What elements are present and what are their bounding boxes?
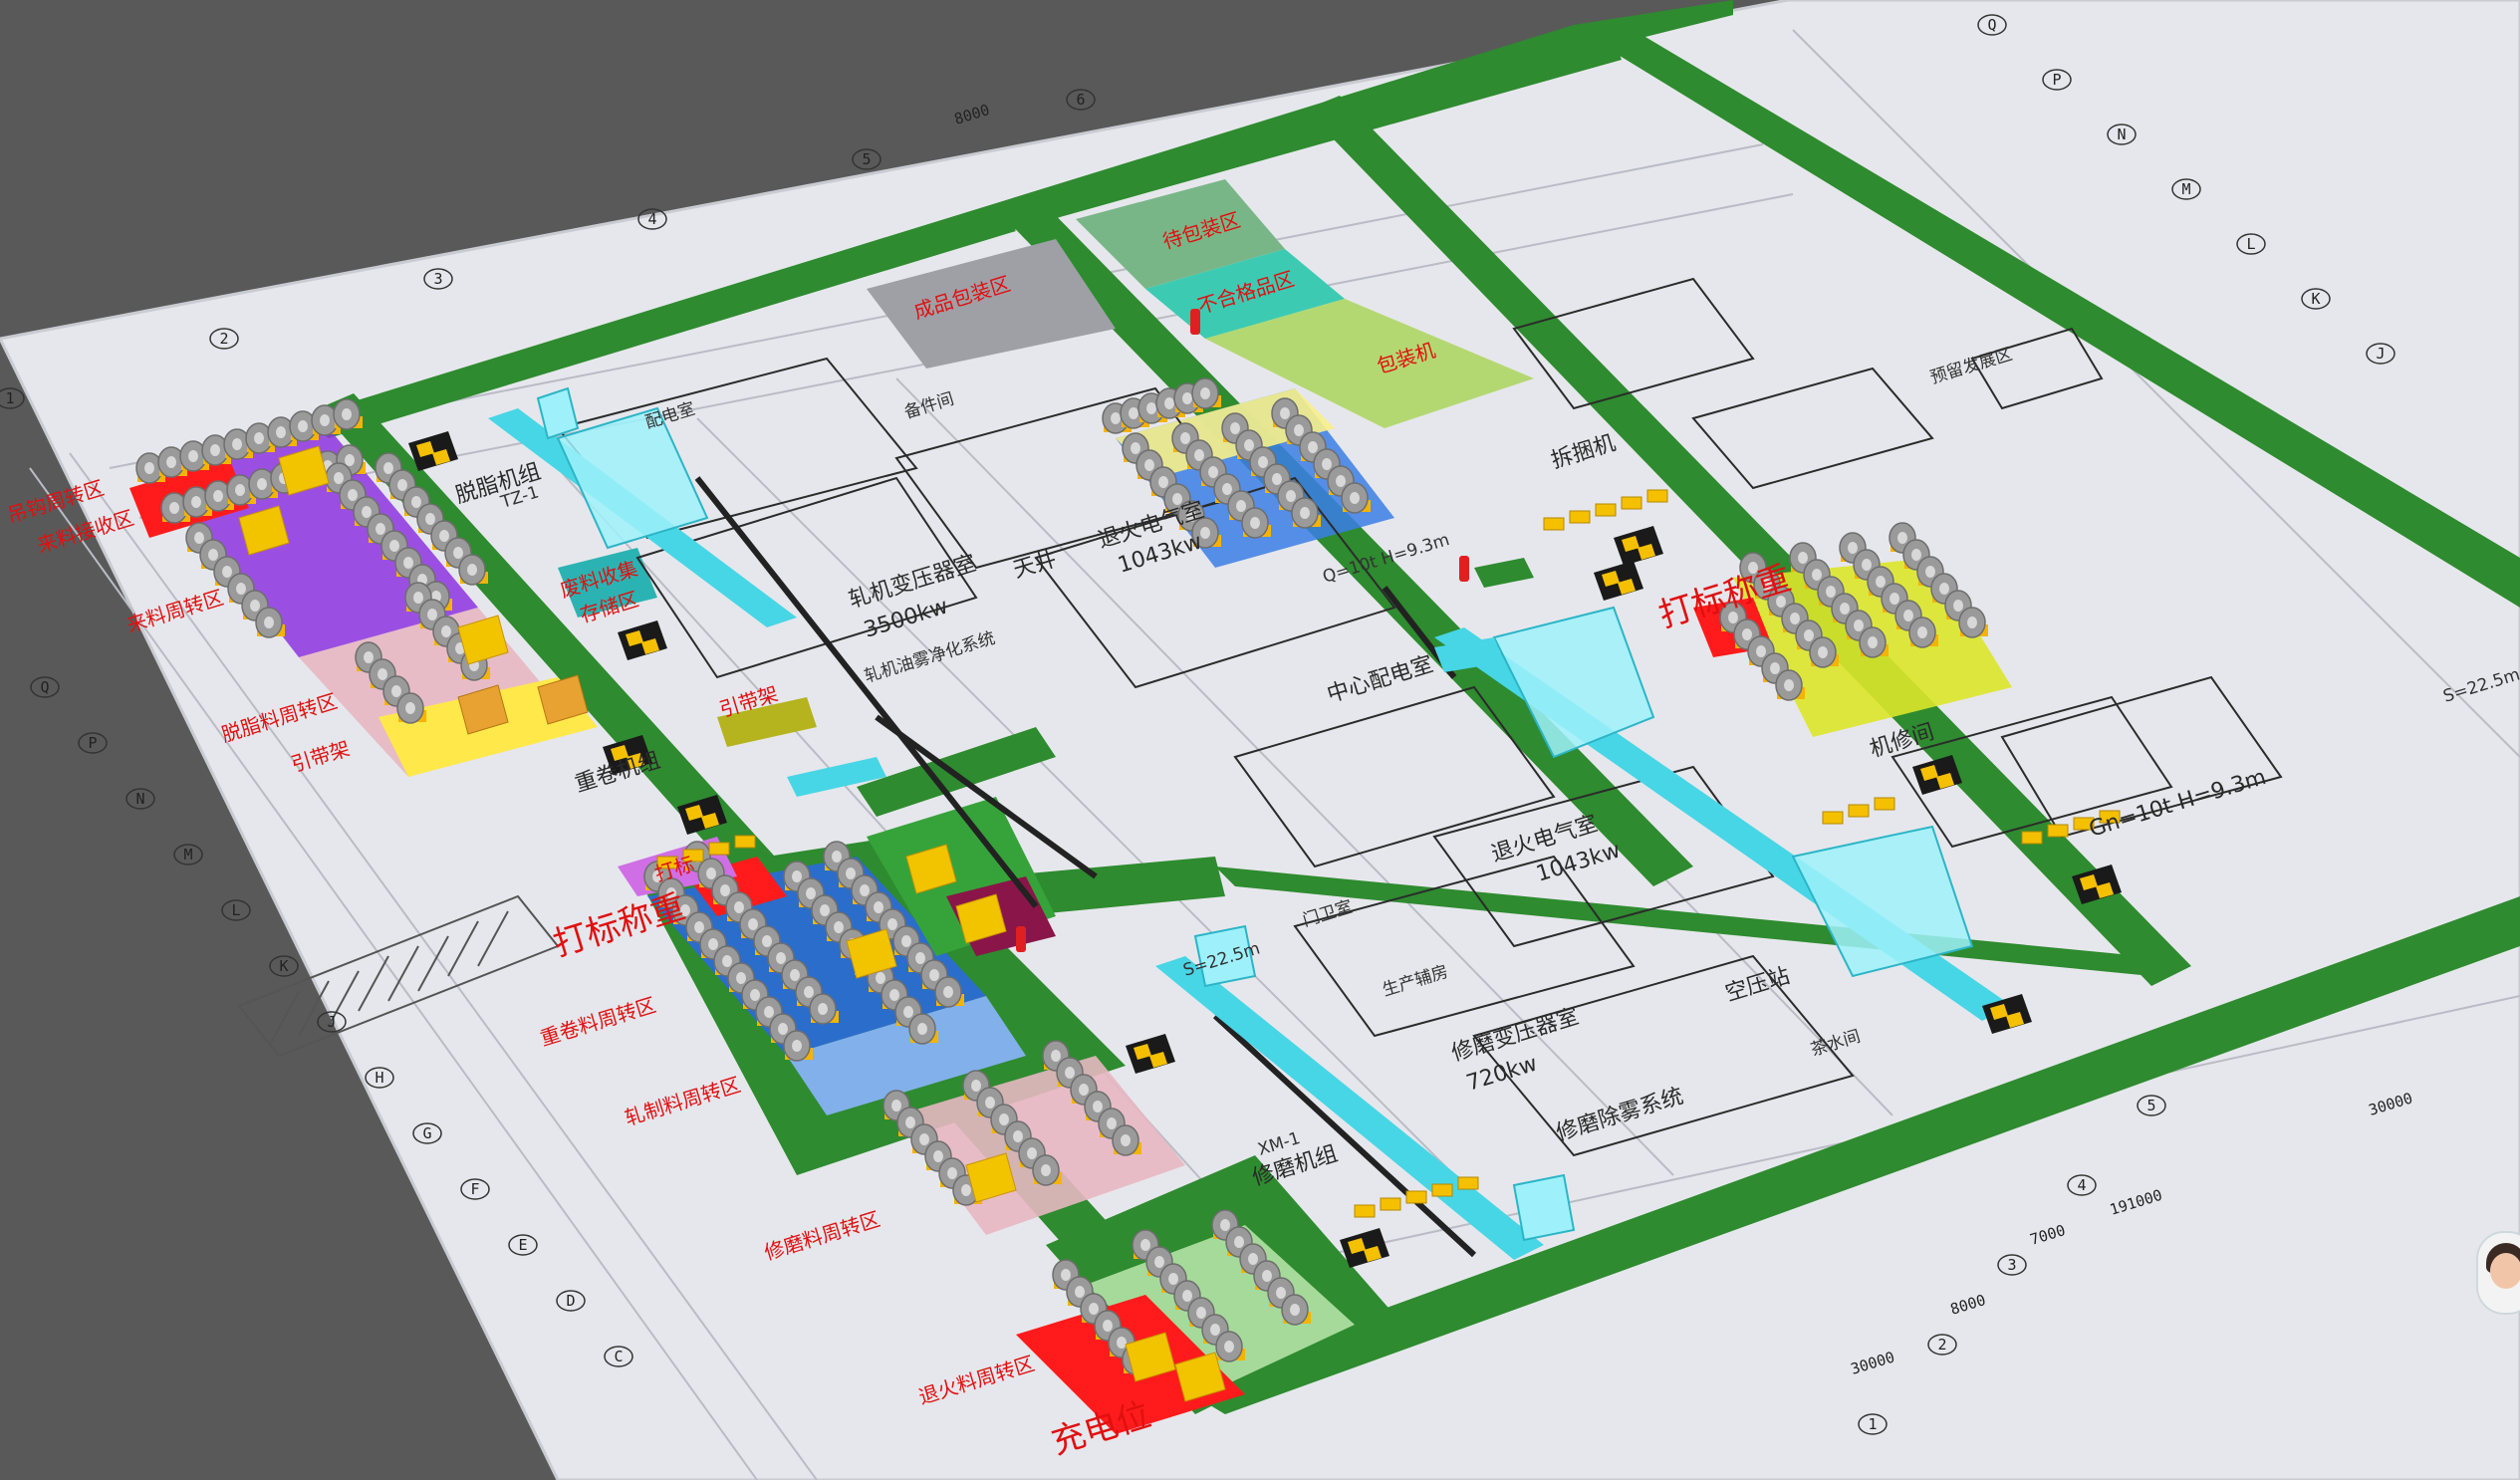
- svg-text:3: 3: [2007, 1256, 2016, 1274]
- svg-text:1: 1: [1868, 1415, 1877, 1433]
- axis-bubble: 1: [0, 387, 25, 409]
- svg-text:E: E: [518, 1236, 527, 1254]
- svg-text:Q: Q: [40, 678, 49, 696]
- svg-text:N: N: [2117, 125, 2126, 143]
- pallet: [1380, 1197, 1401, 1211]
- pallet: [1646, 489, 1668, 503]
- pallet: [1621, 496, 1642, 510]
- svg-text:N: N: [135, 790, 144, 808]
- pallet: [734, 835, 756, 849]
- pallet: [1848, 804, 1870, 818]
- svg-text:5: 5: [862, 150, 871, 168]
- svg-text:3: 3: [433, 270, 442, 288]
- pallet: [1354, 1204, 1376, 1218]
- axis-bubble: Q: [30, 676, 60, 698]
- pallet: [2021, 831, 2043, 845]
- svg-text:6: 6: [1076, 91, 1085, 109]
- user-avatar[interactable]: [2476, 1231, 2520, 1315]
- pallet: [1405, 1190, 1427, 1204]
- axis-bubble: 6: [1066, 89, 1096, 111]
- svg-text:4: 4: [2077, 1176, 2086, 1194]
- pallet: [1431, 1183, 1453, 1197]
- pallet: [1595, 503, 1617, 517]
- svg-text:M: M: [183, 846, 192, 863]
- svg-text:Q: Q: [1987, 16, 1996, 34]
- axis-bubble: P: [78, 732, 108, 754]
- fire-marker: [1190, 309, 1200, 335]
- svg-text:2: 2: [219, 330, 228, 348]
- svg-text:K: K: [279, 957, 288, 975]
- pallet: [2047, 824, 2069, 838]
- svg-text:P: P: [2052, 71, 2061, 89]
- fire-marker: [1016, 926, 1026, 952]
- grinder-box: [1512, 1173, 1576, 1242]
- svg-text:P: P: [88, 734, 97, 752]
- svg-text:4: 4: [647, 210, 656, 228]
- svg-text:L: L: [2246, 235, 2255, 253]
- axis-bubble: M: [173, 844, 203, 865]
- dimension-label: 8000: [952, 101, 992, 128]
- svg-text:M: M: [2181, 180, 2190, 198]
- pallet: [1822, 811, 1844, 825]
- pallet: [1874, 797, 1895, 811]
- pallet: [1543, 517, 1565, 531]
- factory-layout-3d-view: QPNMLKJHGFEDC 123456 12345 QPNMLKJ 30000…: [0, 0, 2520, 1480]
- svg-text:F: F: [470, 1180, 479, 1198]
- svg-text:H: H: [375, 1069, 383, 1087]
- axis-bubble: L: [221, 899, 251, 921]
- pallet: [1457, 1176, 1479, 1190]
- axis-bubble: K: [269, 955, 299, 977]
- svg-text:2: 2: [1937, 1336, 1946, 1354]
- svg-text:K: K: [2311, 290, 2320, 308]
- svg-text:C: C: [614, 1348, 623, 1365]
- svg-text:J: J: [327, 1013, 336, 1031]
- svg-text:D: D: [566, 1292, 575, 1310]
- pallet: [708, 842, 730, 856]
- pallet: [1569, 510, 1591, 524]
- svg-text:J: J: [2376, 345, 2385, 363]
- svg-text:L: L: [231, 901, 240, 919]
- svg-text:1: 1: [5, 389, 14, 407]
- svg-text:5: 5: [2146, 1097, 2155, 1114]
- svg-text:G: G: [422, 1124, 431, 1142]
- avatar-face: [2490, 1253, 2520, 1289]
- axis-bubble: N: [126, 788, 155, 810]
- axis-bubble: 5: [852, 148, 882, 170]
- fire-marker: [1459, 556, 1469, 582]
